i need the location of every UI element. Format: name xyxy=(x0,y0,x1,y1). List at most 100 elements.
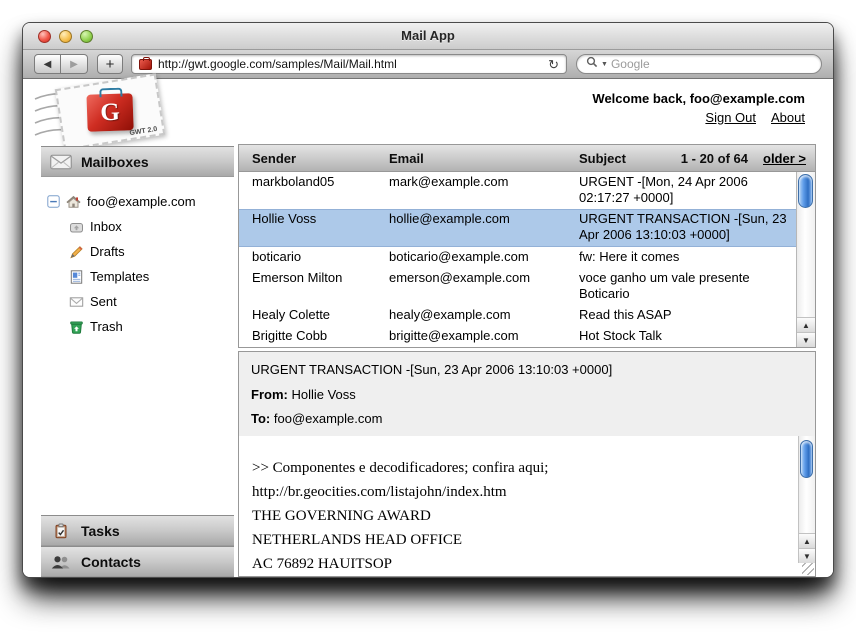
templates-icon xyxy=(68,269,85,285)
sender-cell: Hollie Voss xyxy=(239,211,389,243)
about-link[interactable]: About xyxy=(771,110,805,125)
tree-item-drafts[interactable]: Drafts xyxy=(68,239,228,264)
older-page-link[interactable]: older > xyxy=(763,151,806,166)
logo-letter: G xyxy=(100,98,120,127)
refresh-icon[interactable]: ↻ xyxy=(548,58,559,71)
scroll-down-button[interactable]: ▼ xyxy=(797,332,815,347)
mail-row[interactable]: Brigitte Cobbbrigitte@example.comHot Sto… xyxy=(239,326,796,347)
home-icon xyxy=(65,194,82,210)
email-cell: brigitte@example.com xyxy=(389,328,579,344)
tree-item-label: Drafts xyxy=(90,244,125,259)
sender-cell: Emerson Milton xyxy=(239,270,389,302)
scrollbar-thumb[interactable] xyxy=(800,440,813,478)
search-engine-dropdown-icon[interactable]: ▼ xyxy=(601,61,608,68)
contacts-label: Contacts xyxy=(81,554,141,570)
search-bar[interactable]: ▼ xyxy=(576,54,822,74)
browser-window: Mail App ◀ ▶ + http://gwt.google.com/sam… xyxy=(22,22,834,578)
site-favicon xyxy=(139,59,152,70)
sender-cell: Healy Colette xyxy=(239,307,389,323)
email-body-line: NETHERLANDS HEAD OFFICE xyxy=(252,528,791,552)
tree-item-label: foo@example.com xyxy=(87,194,196,209)
sign-out-link[interactable]: Sign Out xyxy=(705,110,756,125)
from-value: Hollie Voss xyxy=(291,387,355,402)
zoom-window-button[interactable] xyxy=(80,30,93,43)
mail-row[interactable]: Healy Colettehealy@example.comRead this … xyxy=(239,305,796,326)
page-content: G GWT 2.0 Welcome back, foo@example.com … xyxy=(23,79,833,577)
email-body-line: THE GOVERNING AWARD xyxy=(252,504,791,528)
back-icon: ◀ xyxy=(44,59,52,70)
email-cell: hollie@example.com xyxy=(389,211,579,243)
sent-icon xyxy=(68,294,85,310)
plus-icon: + xyxy=(106,56,115,73)
mail-rows: markboland05mark@example.comURGENT -[Mon… xyxy=(239,172,796,347)
scroll-up-button[interactable]: ▲ xyxy=(799,533,815,548)
welcome-text: Welcome back, foo@example.com xyxy=(592,91,805,106)
column-header-subject: Subject xyxy=(579,151,681,166)
mail-body-scrollbar[interactable]: ▲ ▼ xyxy=(798,436,815,563)
subject-cell: URGENT TRANSACTION -[Sun, 23 Apr 2006 13… xyxy=(579,211,796,243)
sidebar-section-mailboxes[interactable]: Mailboxes xyxy=(41,146,234,177)
tree-item-inbox[interactable]: Inbox xyxy=(68,214,228,239)
email-cell: boticario@example.com xyxy=(389,249,579,265)
email-body-line: >> Componentes e decodificadores; confir… xyxy=(252,456,791,480)
detail-subject: URGENT TRANSACTION -[Sun, 23 Apr 2006 13… xyxy=(251,362,803,377)
tree-item-trash[interactable]: Trash xyxy=(68,314,228,339)
inbox-icon xyxy=(68,219,85,235)
tree-item-sent[interactable]: Sent xyxy=(68,289,228,314)
mailboxes-label: Mailboxes xyxy=(81,154,149,170)
mail-detail-panel: URGENT TRANSACTION -[Sun, 23 Apr 2006 13… xyxy=(238,351,816,577)
resize-grip-icon[interactable] xyxy=(802,563,814,575)
sidebar-section-contacts[interactable]: Contacts xyxy=(41,546,234,577)
tree-item-label: Templates xyxy=(90,269,149,284)
email-body-line: AC 76892 HAUITSOP xyxy=(252,552,791,576)
welcome-block: Welcome back, foo@example.com Sign Out Ab… xyxy=(592,91,805,125)
mail-list-scrollbar[interactable]: ▲ ▼ xyxy=(796,172,815,347)
subject-cell: Hot Stock Talk xyxy=(579,328,796,344)
email-cell: healy@example.com xyxy=(389,307,579,323)
mail-list-panel: Sender Email Subject 1 - 20 of 64 older … xyxy=(238,144,816,348)
mail-row[interactable]: boticarioboticario@example.comfw: Here i… xyxy=(239,247,796,268)
mail-row-selected[interactable]: Hollie Vosshollie@example.comURGENT TRAN… xyxy=(239,209,796,247)
address-bar[interactable]: http://gwt.google.com/samples/Mail/Mail.… xyxy=(131,54,567,74)
mail-list-header: Sender Email Subject 1 - 20 of 64 older … xyxy=(239,145,815,172)
mail-body: >> Componentes e decodificadores; confir… xyxy=(239,436,815,576)
mailbox-tree: foo@example.com Inbox Drafts Templates Sent… xyxy=(41,177,234,515)
mail-row[interactable]: Emerson Miltonemerson@example.comvoce ga… xyxy=(239,268,796,305)
email-cell: mark@example.com xyxy=(389,174,579,206)
column-header-email: Email xyxy=(389,151,579,166)
from-label: From: xyxy=(251,387,288,402)
sidebar-section-tasks[interactable]: Tasks xyxy=(41,515,234,546)
sender-cell: markboland05 xyxy=(239,174,389,206)
email-body-line: http://br.geocities.com/listajohn/index.… xyxy=(252,480,791,504)
tree-item-root[interactable]: foo@example.com xyxy=(47,189,228,214)
tree-item-label: Inbox xyxy=(90,219,122,234)
tasks-label: Tasks xyxy=(81,523,120,539)
page-range: 1 - 20 of 64 xyxy=(681,151,748,166)
to-label: To: xyxy=(251,411,270,426)
scrollbar-thumb[interactable] xyxy=(798,174,813,208)
column-header-sender: Sender xyxy=(239,151,389,166)
subject-cell: fw: Here it comes xyxy=(579,249,796,265)
tree-item-label: Sent xyxy=(90,294,117,309)
forward-icon: ▶ xyxy=(70,59,78,70)
scroll-up-button[interactable]: ▲ xyxy=(797,317,815,332)
tree-collapse-icon[interactable] xyxy=(47,195,60,208)
drafts-icon xyxy=(68,244,85,260)
new-tab-button[interactable]: + xyxy=(97,54,123,74)
trash-icon xyxy=(68,319,85,335)
scroll-down-button[interactable]: ▼ xyxy=(799,548,815,563)
close-window-button[interactable] xyxy=(38,30,51,43)
sender-cell: boticario xyxy=(239,249,389,265)
window-titlebar[interactable]: Mail App xyxy=(23,23,833,50)
window-title: Mail App xyxy=(23,23,833,49)
mail-row[interactable]: markboland05mark@example.comURGENT -[Mon… xyxy=(239,172,796,209)
minimize-window-button[interactable] xyxy=(59,30,72,43)
gwt-toolbox-icon: G xyxy=(86,93,133,132)
search-input[interactable] xyxy=(611,57,812,71)
tree-item-label: Trash xyxy=(90,319,123,334)
tree-item-templates[interactable]: Templates xyxy=(68,264,228,289)
back-button[interactable]: ◀ xyxy=(34,54,61,74)
sidebar-stack-panel: Mailboxes foo@example.com Inbox Drafts Tem… xyxy=(41,146,234,577)
url-text[interactable]: http://gwt.google.com/samples/Mail/Mail.… xyxy=(158,57,542,71)
forward-button[interactable]: ▶ xyxy=(61,54,88,74)
